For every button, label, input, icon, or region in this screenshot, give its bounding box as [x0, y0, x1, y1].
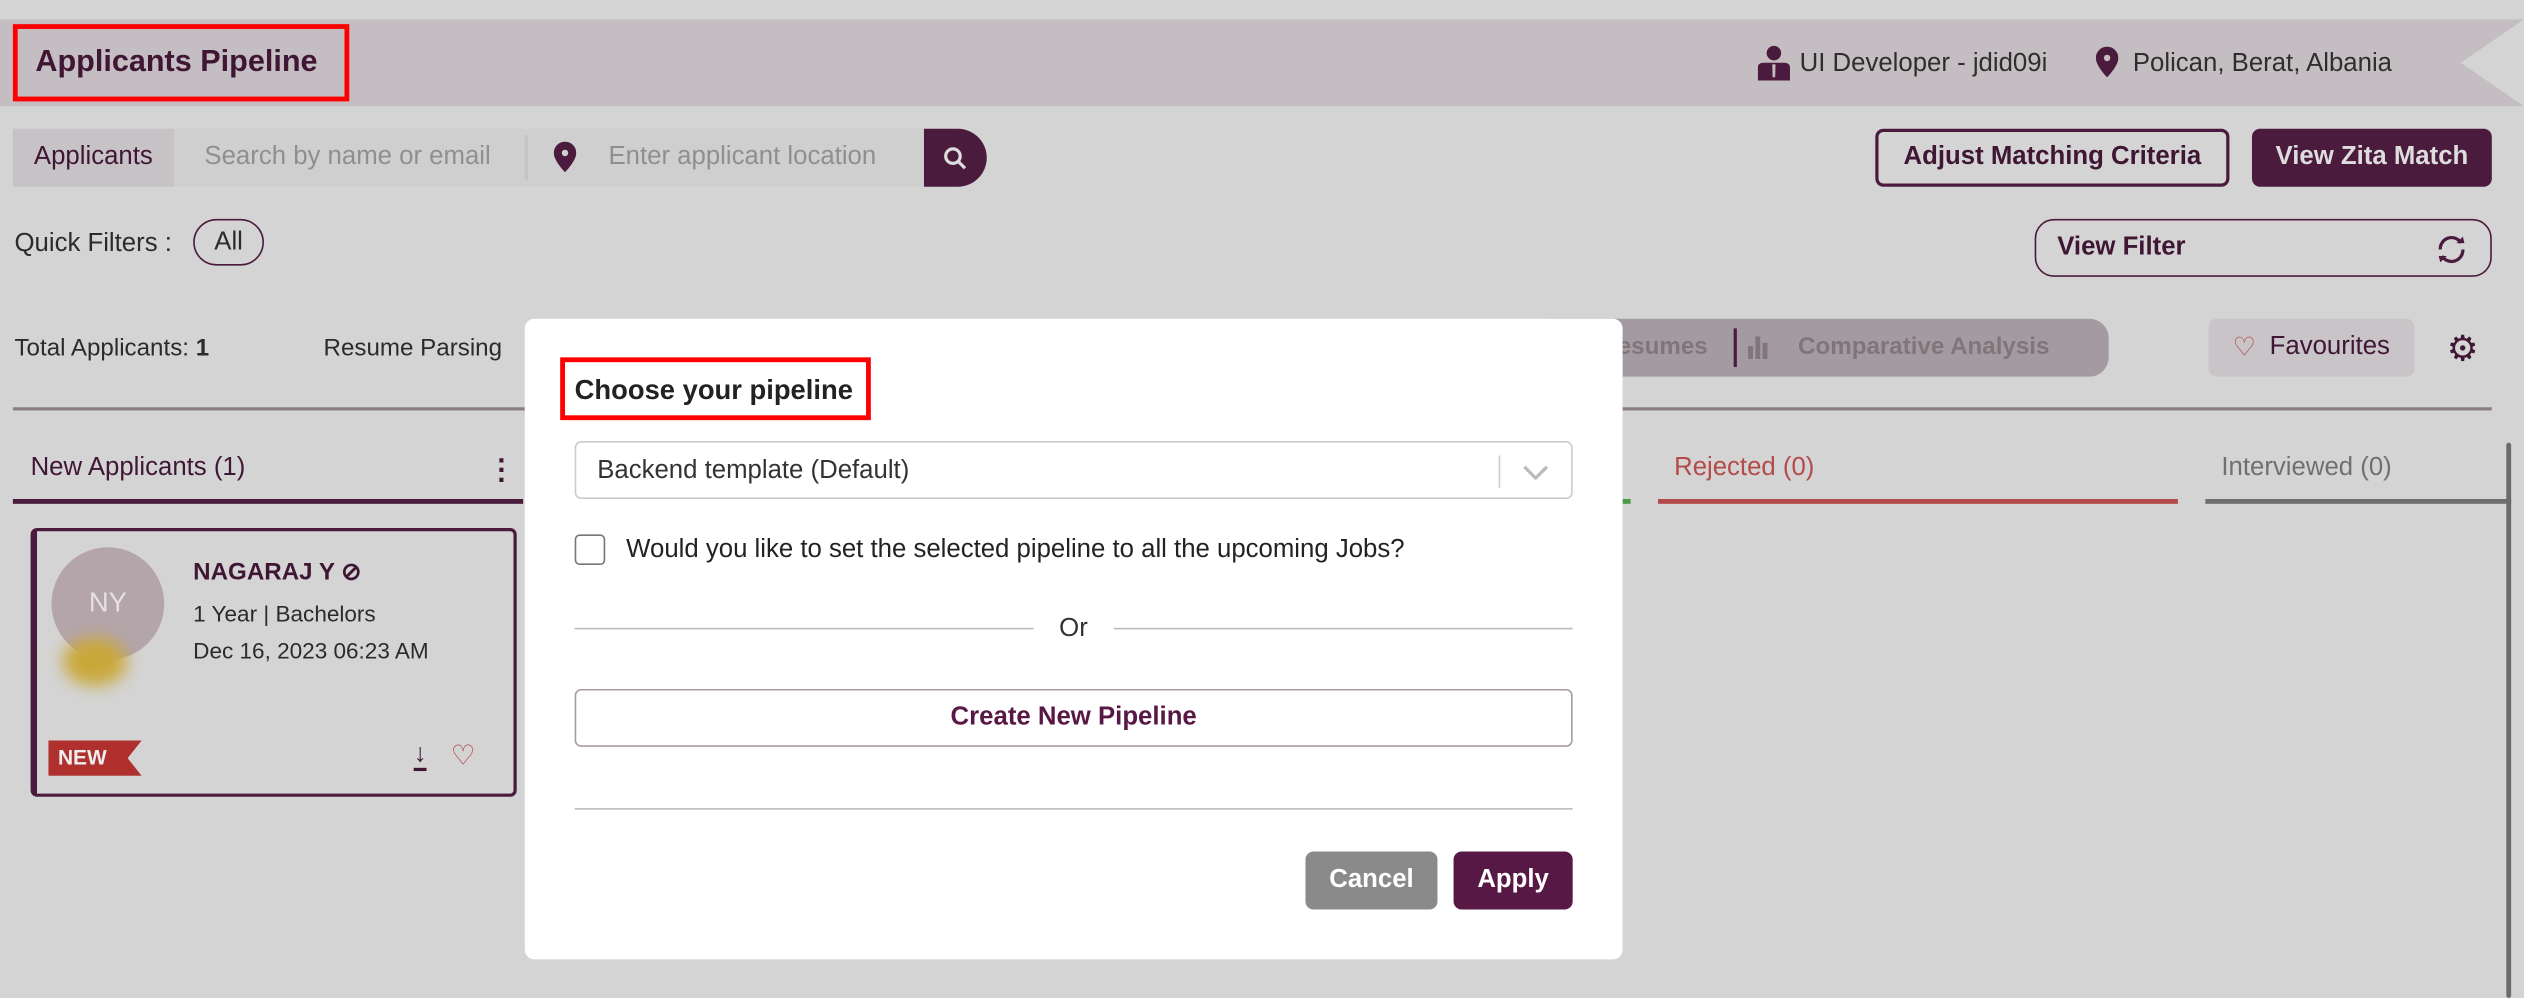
applicant-details: 1 Year | Bachelors	[193, 600, 376, 627]
view-zita-match-button[interactable]: View Zita Match	[2251, 128, 2492, 187]
apply-button[interactable]: Apply	[1453, 851, 1573, 910]
chevron-down-icon	[1523, 465, 1549, 480]
divider	[574, 808, 1573, 810]
location-search-input[interactable]: Enter applicant location	[608, 129, 876, 187]
divider	[1498, 455, 1501, 488]
page: Applicants Pipeline UI Developer - jdid0…	[0, 0, 2524, 998]
apply-all-label: Would you like to set the selected pipel…	[626, 536, 1405, 564]
divider	[1113, 627, 1573, 630]
blurred-score	[62, 637, 128, 686]
name-text: NAGARAJ Y	[193, 558, 335, 586]
settings-gear-icon[interactable]: ⚙	[2447, 328, 2479, 370]
cancel-button[interactable]: Cancel	[1305, 851, 1438, 910]
user-icon	[1757, 45, 1790, 81]
heart-icon[interactable]: ♡	[451, 740, 476, 772]
applicants-tab[interactable]: Applicants	[12, 128, 174, 187]
create-new-pipeline-button[interactable]: Create New Pipeline	[574, 688, 1573, 747]
column-rejected: Rejected (0)	[1674, 453, 1815, 482]
download-icon[interactable]: ↓	[413, 741, 427, 772]
view-filter-label: View Filter	[2057, 233, 2186, 261]
pipeline-select[interactable]: Backend template (Default)	[574, 441, 1573, 500]
adjust-matching-criteria-button[interactable]: Adjust Matching Criteria	[1875, 128, 2230, 187]
column-underline	[1657, 499, 2178, 504]
new-badge: NEW	[48, 740, 142, 776]
divider	[524, 135, 528, 181]
quick-filters-label: Quick Filters :	[14, 230, 172, 258]
total-label: Total Applicants:	[14, 334, 189, 363]
apply-all-checkbox[interactable]	[574, 534, 606, 566]
page-title: Applicants Pipeline	[35, 45, 318, 79]
quick-filter-all[interactable]: All	[193, 218, 264, 266]
heart-icon: ♡	[2232, 334, 2256, 363]
divider	[1733, 328, 1737, 368]
eye-slash-icon[interactable]: ⊘	[341, 559, 361, 586]
location-pin-icon	[2095, 46, 2119, 78]
search-icon	[944, 147, 967, 170]
search-button[interactable]	[923, 128, 987, 187]
view-toggle: esumes Comparative Analysis	[1545, 318, 2109, 377]
column-underline	[12, 499, 524, 504]
location-pin-icon	[553, 141, 577, 173]
pipeline-selected-value: Backend template (Default)	[597, 457, 910, 485]
divider	[574, 627, 1034, 630]
applicant-card[interactable]: NY NAGARAJ Y ⊘ 1 Year | Bachelors Dec 16…	[30, 527, 517, 797]
resume-parsing-label: Resume Parsing	[323, 334, 503, 363]
total-value: 1	[195, 334, 210, 363]
resumes-tab[interactable]: esumes	[1618, 333, 1708, 360]
job-title: UI Developer - jdid09i	[1799, 49, 2048, 78]
or-label: Or	[1059, 614, 1088, 643]
column-underline	[1622, 499, 1631, 504]
modal-title: Choose your pipeline	[574, 375, 853, 406]
column-interviewed: Interviewed (0)	[2221, 453, 2392, 482]
kebab-menu-icon[interactable]: · · ·	[497, 446, 507, 494]
education: Bachelors	[275, 600, 376, 627]
experience: 1 Year	[193, 600, 258, 627]
favourites-label: Favourites	[2269, 333, 2390, 361]
comparative-analysis-tab[interactable]: Comparative Analysis	[1798, 333, 2049, 360]
column-new-applicants: New Applicants (1)	[30, 453, 246, 482]
favourites-button[interactable]: ♡ Favourites	[2208, 318, 2415, 377]
applied-date: Dec 16, 2023 06:23 AM	[193, 637, 429, 664]
name-search-input[interactable]: Search by name or email	[204, 129, 490, 187]
refresh-icon	[2438, 235, 2465, 264]
applicant-name[interactable]: NAGARAJ Y ⊘	[193, 557, 361, 586]
view-filter-button[interactable]: View Filter	[2034, 218, 2492, 277]
bar-chart-icon	[1748, 336, 1768, 359]
total-applicants: Total Applicants: 1	[14, 335, 209, 362]
choose-pipeline-modal: Choose your pipeline Backend template (D…	[524, 318, 1623, 960]
column-underline	[2205, 499, 2512, 504]
scrollbar[interactable]	[2506, 442, 2512, 998]
job-location: Polican, Berat, Albania	[2132, 49, 2393, 78]
